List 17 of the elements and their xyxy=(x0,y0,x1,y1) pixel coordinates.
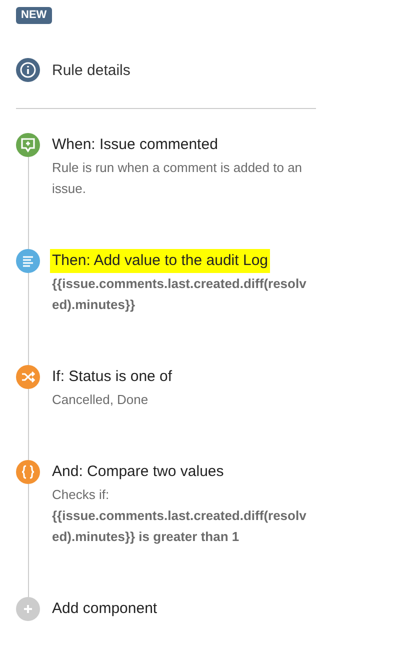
step-title[interactable]: If: Status is one of xyxy=(50,365,174,389)
add-component-link[interactable]: Add component xyxy=(50,597,160,621)
action-icon xyxy=(16,249,40,273)
rule-details-link[interactable]: Rule details xyxy=(52,62,130,78)
new-badge: NEW xyxy=(16,7,52,24)
trigger-icon xyxy=(16,133,40,157)
step-expression: {{issue.comments.last.created.diff(resolved).minutes}} xyxy=(52,275,308,314)
info-icon xyxy=(16,58,40,82)
condition-icon xyxy=(16,365,40,389)
step-description: Rule is run when a comment is added to an issue. xyxy=(52,159,304,198)
step-description: Checks if: xyxy=(52,486,110,504)
step-title[interactable]: And: Compare two values xyxy=(50,460,226,484)
step-title[interactable]: When: Issue commented xyxy=(50,133,220,157)
step-description: Cancelled, Done xyxy=(52,391,150,409)
step-expression: {{issue.comments.last.created.diff(resolved).minutes}} is greater than 1 xyxy=(52,507,308,546)
compare-icon xyxy=(16,460,40,484)
step-title[interactable]: Then: Add value to the audit Log xyxy=(50,249,270,273)
